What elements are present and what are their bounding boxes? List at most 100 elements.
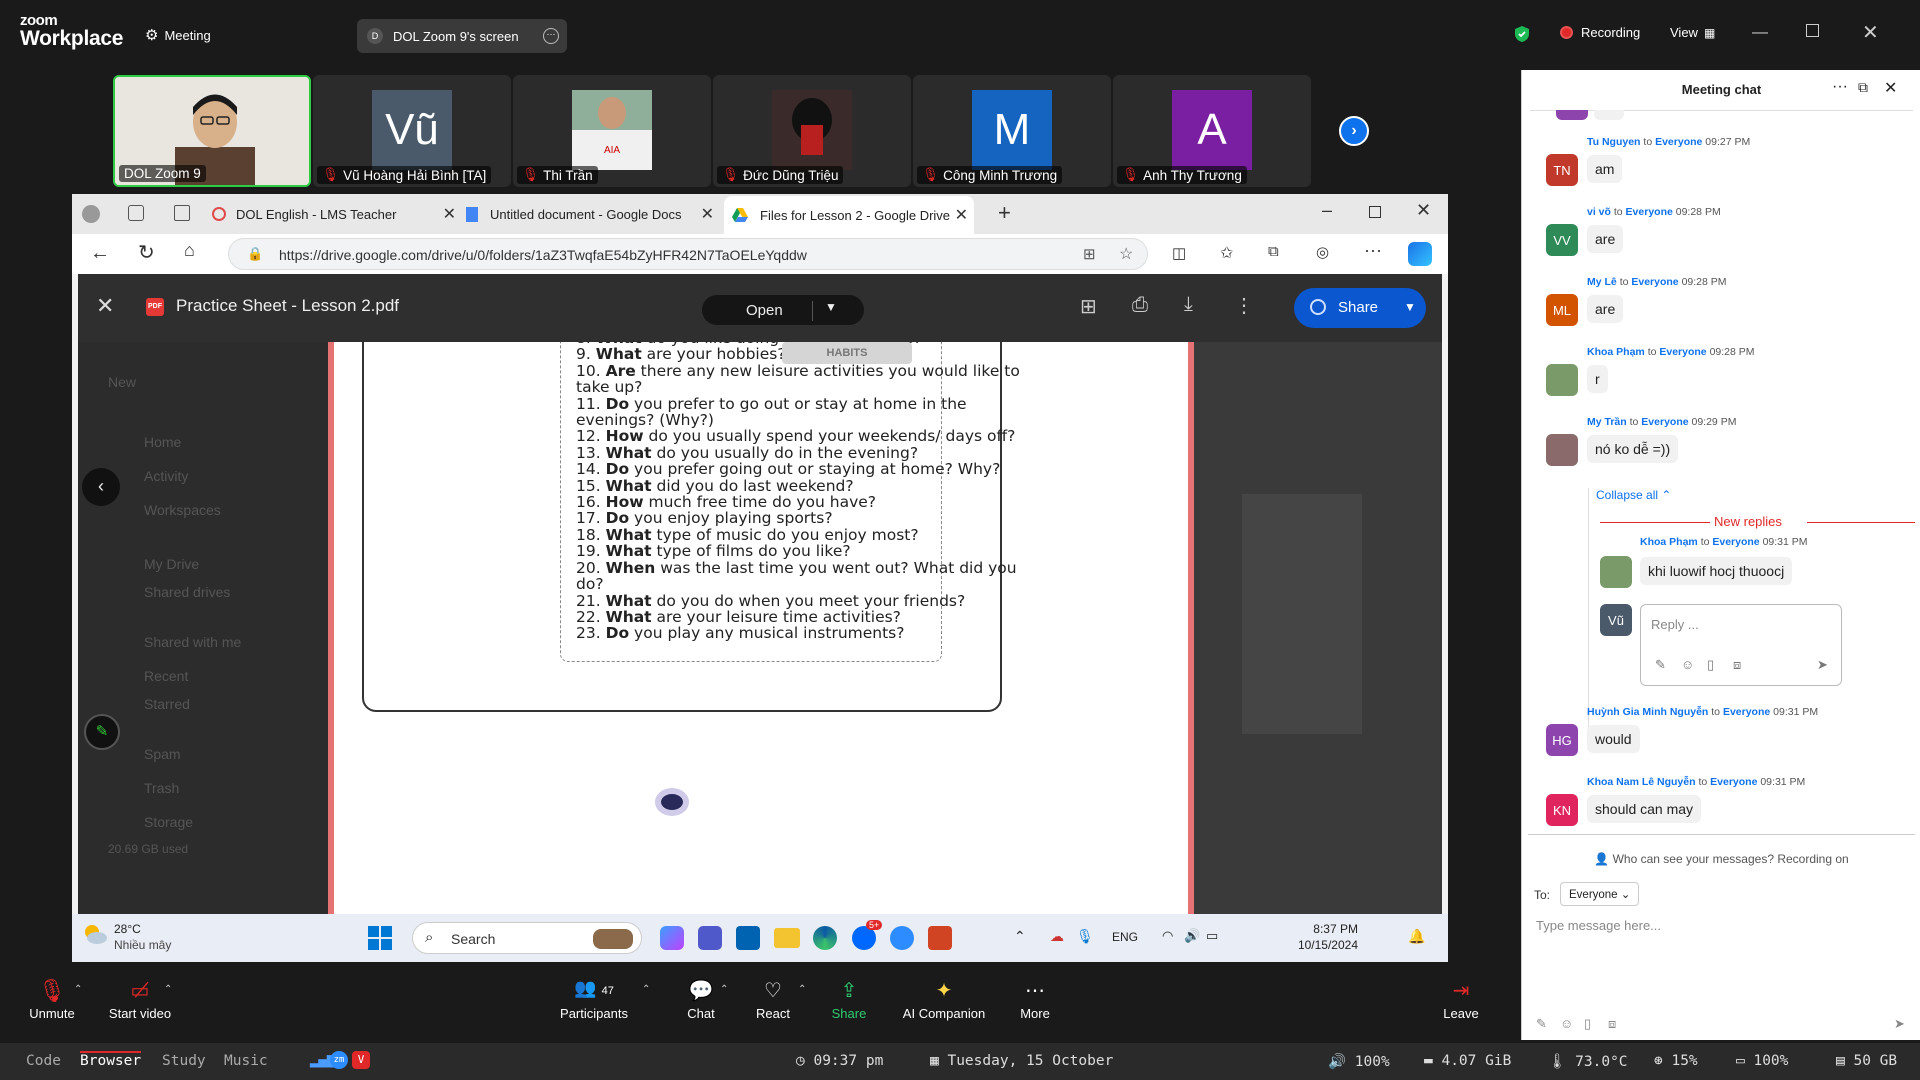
home-icon[interactable]: ⌂ <box>184 240 195 261</box>
file-icon[interactable]: ▯ <box>1707 657 1714 673</box>
workspace-music[interactable]: Music <box>224 1053 268 1069</box>
shared-screen-pill[interactable]: D DOL Zoom 9's screen ··· <box>357 19 567 53</box>
sidebar-starred[interactable]: Starred <box>144 696 190 712</box>
send-icon[interactable]: ➤ <box>1817 657 1828 673</box>
meeting-menu[interactable]: ⚙ Meeting <box>145 26 211 44</box>
react-options-icon[interactable]: ⌃ <box>798 984 806 995</box>
more-button[interactable]: ⋯ More <box>1010 978 1060 1021</box>
previous-file-icon[interactable]: ‹ <box>82 468 120 506</box>
close-tab-icon[interactable]: ✕ <box>955 205 968 225</box>
participants-button[interactable]: 👥 47 Participants <box>554 978 634 1021</box>
tab-google-docs[interactable]: Untitled document - Google Docs ✕ <box>466 198 720 230</box>
language-indicator[interactable]: ENG <box>1112 930 1138 944</box>
clock-widget[interactable]: ◷ 09:37 pm <box>796 1053 883 1069</box>
restore-icon[interactable] <box>1806 24 1819 37</box>
more-actions-icon[interactable]: ⋮ <box>1234 293 1254 318</box>
view-button[interactable]: View ▦ <box>1670 25 1715 40</box>
profile-icon[interactable] <box>82 205 100 223</box>
date-widget[interactable]: ▦ Tuesday, 15 October <box>930 1053 1113 1069</box>
emoji-icon[interactable]: ☺ <box>1560 1016 1573 1031</box>
store-icon[interactable] <box>736 926 760 950</box>
app-available-icon[interactable]: ⊞ <box>1083 245 1096 263</box>
ai-companion-button[interactable]: ✦ AI Companion <box>896 978 992 1021</box>
recipient-dropdown[interactable]: Everyone ⌄ <box>1560 882 1640 906</box>
taskbar-date[interactable]: 10/15/2024 <box>1268 938 1358 952</box>
emoji-icon[interactable]: ☺ <box>1681 657 1694 672</box>
chat-options-icon[interactable]: ⌃ <box>720 984 728 995</box>
taskbar-search[interactable]: ⌕ Search <box>412 922 642 954</box>
popout-icon[interactable]: ⧉ <box>1858 79 1868 96</box>
show-hidden-icon[interactable]: ⌃ <box>1014 928 1026 945</box>
chat-more-icon[interactable]: ··· <box>1832 78 1848 96</box>
participant-tile[interactable]: Vũ 🎙 Vũ Hoàng Hải Bình [TA] <box>313 75 511 187</box>
close-icon[interactable]: ✕ <box>1862 20 1879 45</box>
teams-icon[interactable] <box>698 926 722 950</box>
screenshot-icon[interactable]: ⧈ <box>1733 657 1741 673</box>
minimize-icon[interactable]: — <box>1752 24 1768 42</box>
leave-button[interactable]: ⇥ Leave <box>1436 978 1486 1021</box>
chat-message-input[interactable]: Type message here... <box>1536 918 1661 933</box>
file-explorer-icon[interactable] <box>774 928 800 948</box>
collapse-all-link[interactable]: Collapse all ⌃ <box>1596 488 1671 502</box>
edge-icon[interactable] <box>813 926 837 950</box>
sidebar-home[interactable]: Home <box>144 434 181 450</box>
close-icon[interactable]: ✕ <box>1416 200 1431 221</box>
copilot-icon[interactable] <box>1408 242 1432 266</box>
copilot-app-icon[interactable] <box>660 926 684 950</box>
sidebar-workspaces[interactable]: Workspaces <box>144 502 221 518</box>
close-preview-icon[interactable]: ✕ <box>96 293 114 319</box>
back-icon[interactable]: ← <box>90 242 110 265</box>
volume-widget[interactable]: 🔊 100% <box>1328 1053 1390 1070</box>
onedrive-icon[interactable]: ☁ <box>1050 928 1064 945</box>
more-menu-icon[interactable]: ··· <box>1364 240 1382 261</box>
zoom-tray-icon[interactable]: zm <box>330 1051 348 1069</box>
participant-tile[interactable]: 🎙 Đức Dũng Triệu <box>713 75 911 187</box>
workspace-browser[interactable]: Browser <box>80 1051 142 1069</box>
open-dropdown-icon[interactable]: ▼ <box>825 300 837 314</box>
extensions-icon[interactable]: ◎ <box>1316 243 1329 261</box>
share-screen-button[interactable]: ⇪ Share <box>824 978 874 1021</box>
taskbar-time[interactable]: 8:37 PM <box>1298 922 1358 936</box>
audio-options-icon[interactable]: ⌃ <box>74 984 82 995</box>
more-options-icon[interactable]: ··· <box>543 28 559 44</box>
participant-tile[interactable]: M 🎙 Công Minh Trương <box>913 75 1111 187</box>
chat-button[interactable]: 💬 Chat <box>676 978 726 1021</box>
file-icon[interactable]: ▯ <box>1584 1016 1591 1032</box>
workspace-code[interactable]: Code <box>26 1053 61 1069</box>
vivaldi-tray-icon[interactable]: V <box>352 1051 370 1069</box>
tab-google-drive[interactable]: Files for Lesson 2 - Google Drive ✕ <box>724 196 974 234</box>
format-icon[interactable]: ✎ <box>1536 1016 1547 1032</box>
unmute-button[interactable]: 🎙 Unmute <box>22 978 82 1021</box>
notifications-icon[interactable]: 🔔 <box>1408 928 1425 945</box>
open-with-button[interactable]: Open ▼ <box>702 295 864 325</box>
recording-indicator[interactable]: Recording <box>1560 25 1640 40</box>
sidebar-my-drive[interactable]: My Drive <box>144 556 199 572</box>
mic-icon[interactable]: 🎙 <box>1076 928 1094 945</box>
format-icon[interactable]: ✎ <box>1655 657 1666 673</box>
participant-tile[interactable]: A 🎙 Anh Thy Trương <box>1113 75 1311 187</box>
add-comment-icon[interactable]: ⊞ <box>1080 294 1097 319</box>
pen-annotation-icon[interactable]: ✎ <box>84 714 120 750</box>
refresh-icon[interactable]: ↻ <box>138 240 155 265</box>
collections-icon[interactable] <box>128 205 144 221</box>
video-options-icon[interactable]: ⌃ <box>164 984 172 995</box>
minimize-icon[interactable]: – <box>1322 200 1332 221</box>
react-button[interactable]: ♡ React <box>748 978 798 1021</box>
sidebar-spam[interactable]: Spam <box>144 746 181 762</box>
tab-lms[interactable]: DOL English - LMS Teacher ✕ <box>212 198 462 230</box>
favorite-star-icon[interactable]: ☆ <box>1119 244 1133 264</box>
close-chat-icon[interactable]: ✕ <box>1884 78 1897 98</box>
send-icon[interactable]: ➤ <box>1894 1016 1905 1032</box>
zoom-app-icon[interactable] <box>890 926 914 950</box>
privacy-note[interactable]: 👤 Who can see your messages? Recording o… <box>1522 852 1920 866</box>
sidebar-storage[interactable]: Storage <box>144 814 193 830</box>
volume-icon[interactable]: 🔊 <box>1184 928 1200 944</box>
sidebar-activity[interactable]: Activity <box>144 468 188 484</box>
sidebar-recent[interactable]: Recent <box>144 668 188 684</box>
workspace-study[interactable]: Study <box>162 1053 206 1069</box>
favorites-icon[interactable]: ✩ <box>1220 243 1233 263</box>
zalo-icon[interactable]: 5+ <box>852 920 883 950</box>
participant-tile[interactable]: DOL Zoom 9 <box>113 75 311 187</box>
share-button[interactable]: Share ▼ <box>1294 288 1426 328</box>
sidebar-trash[interactable]: Trash <box>144 780 179 796</box>
